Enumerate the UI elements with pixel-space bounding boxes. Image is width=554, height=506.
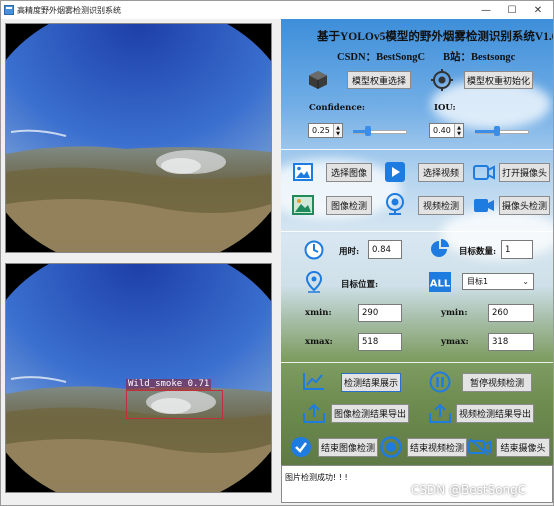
ymax-field[interactable]: 318 xyxy=(488,333,534,351)
window-title: 高精度野外烟雾检测识别系统 xyxy=(17,6,121,15)
target-select[interactable]: 目标1 ⌄ xyxy=(462,273,534,290)
video-detect-button[interactable]: 视频检测 xyxy=(418,196,464,215)
stop-video-button[interactable]: 结束视频检测 xyxy=(407,438,467,457)
cube-icon xyxy=(309,71,327,89)
target-icon xyxy=(431,69,453,91)
ymin-field[interactable]: 260 xyxy=(488,304,534,322)
stop-camera-button[interactable]: 结束摄像头 xyxy=(496,438,550,457)
confidence-spin-arrows[interactable]: ▲ ▼ xyxy=(333,124,342,137)
count-label: 目标数量: xyxy=(459,247,497,257)
app-title: 基于YOLOv5模型的野外烟雾检测识别系统V1.0 xyxy=(317,31,553,43)
show-result-button[interactable]: 检测结果展示 xyxy=(341,373,401,392)
xmax-field[interactable]: 518 xyxy=(358,333,402,351)
position-label: 目标位置: xyxy=(341,280,379,290)
title-bar: 高精度野外烟雾检测识别系统 — ☐ ✕ xyxy=(1,1,553,19)
init-weights-button[interactable]: 模型权重初始化 xyxy=(464,71,533,89)
minimize-button[interactable]: — xyxy=(473,1,499,19)
clock-icon xyxy=(304,240,324,260)
divider-2 xyxy=(281,231,553,232)
target-select-value: 目标1 xyxy=(467,277,489,286)
pause-video-button[interactable]: 暂停视频检测 xyxy=(462,373,532,392)
iou-spinbox[interactable]: 0.40 ▲ ▼ xyxy=(429,123,464,138)
count-field[interactable]: 1 xyxy=(501,240,533,259)
iou-slider[interactable] xyxy=(475,126,529,136)
divider-3 xyxy=(281,362,553,363)
confidence-value: 0.25 xyxy=(312,126,330,135)
pie-chart-icon xyxy=(431,239,449,257)
time-label: 用时: xyxy=(339,247,360,257)
export-image-button[interactable]: 图像检测结果导出 xyxy=(331,404,409,423)
time-field[interactable]: 0.84 xyxy=(368,240,402,259)
stop-image-button[interactable]: 结束图像检测 xyxy=(318,438,378,457)
iou-spin-arrows[interactable]: ▲ ▼ xyxy=(454,124,463,137)
original-image xyxy=(6,24,271,252)
csdn-label: CSDN：BestSongC xyxy=(337,52,426,63)
app-icon xyxy=(4,5,14,15)
bilibili-label: B站：Bestsongc xyxy=(443,52,516,63)
check-circle-icon xyxy=(291,437,311,457)
webcam-icon xyxy=(386,193,404,215)
confidence-label: Confidence: xyxy=(309,103,366,113)
stop-record-icon xyxy=(380,436,402,458)
xmin-label: xmin: xyxy=(305,308,332,318)
control-panel: 基于YOLOv5模型的野外烟雾检测识别系统V1.0 CSDN：BestSongC… xyxy=(281,19,553,503)
divider-1 xyxy=(281,149,553,150)
detection-label: Wild_smoke 0.71 xyxy=(126,379,212,390)
status-text: 图片检测成功! ! ! xyxy=(285,473,348,482)
maximize-button[interactable]: ☐ xyxy=(499,1,525,19)
image-icon xyxy=(293,163,313,181)
all-icon: ALL xyxy=(429,272,451,292)
line-chart-icon xyxy=(303,373,324,390)
image-detect-button[interactable]: 图像检测 xyxy=(326,196,372,215)
confidence-slider[interactable] xyxy=(353,126,407,136)
xmax-label: xmax: xyxy=(305,337,333,347)
open-camera-button[interactable]: 打开摄像头 xyxy=(499,163,550,182)
camera-detect-button[interactable]: 摄像头检测 xyxy=(499,196,550,215)
select-weights-button[interactable]: 模型权重选择 xyxy=(347,71,411,89)
confidence-spinbox[interactable]: 0.25 ▲ ▼ xyxy=(308,123,343,138)
ymin-label: ymin: xyxy=(441,308,468,318)
select-video-button[interactable]: 选择视频 xyxy=(418,163,464,182)
play-icon xyxy=(385,162,405,182)
image-detect-icon xyxy=(292,195,314,215)
close-button[interactable]: ✕ xyxy=(525,1,551,19)
xmin-field[interactable]: 290 xyxy=(358,304,402,322)
svg-text:ALL: ALL xyxy=(430,279,451,290)
upload-icon xyxy=(429,403,451,423)
watermark: CSDN @BestSongC xyxy=(411,483,527,497)
detected-image xyxy=(6,264,271,492)
select-image-button[interactable]: 选择图像 xyxy=(326,163,372,182)
chevron-down-icon: ⌄ xyxy=(522,277,529,286)
location-pin-icon xyxy=(305,271,323,293)
camera-detect-icon xyxy=(474,199,494,212)
main-window: 高精度野外烟雾检测识别系统 — ☐ ✕ Wild_smoke 0.71 基于YO… xyxy=(0,0,554,506)
camera-off-icon xyxy=(468,438,491,456)
iou-value: 0.40 xyxy=(433,126,451,135)
iou-label: IOU: xyxy=(434,103,456,113)
detected-image-view xyxy=(5,263,272,493)
export-video-button[interactable]: 视频检测结果导出 xyxy=(456,404,534,423)
pause-icon xyxy=(429,371,451,393)
video-camera-icon xyxy=(473,165,495,180)
ymax-label: ymax: xyxy=(441,337,469,347)
original-image-view xyxy=(5,23,272,253)
detection-box xyxy=(126,390,223,419)
upload-icon xyxy=(303,403,325,423)
